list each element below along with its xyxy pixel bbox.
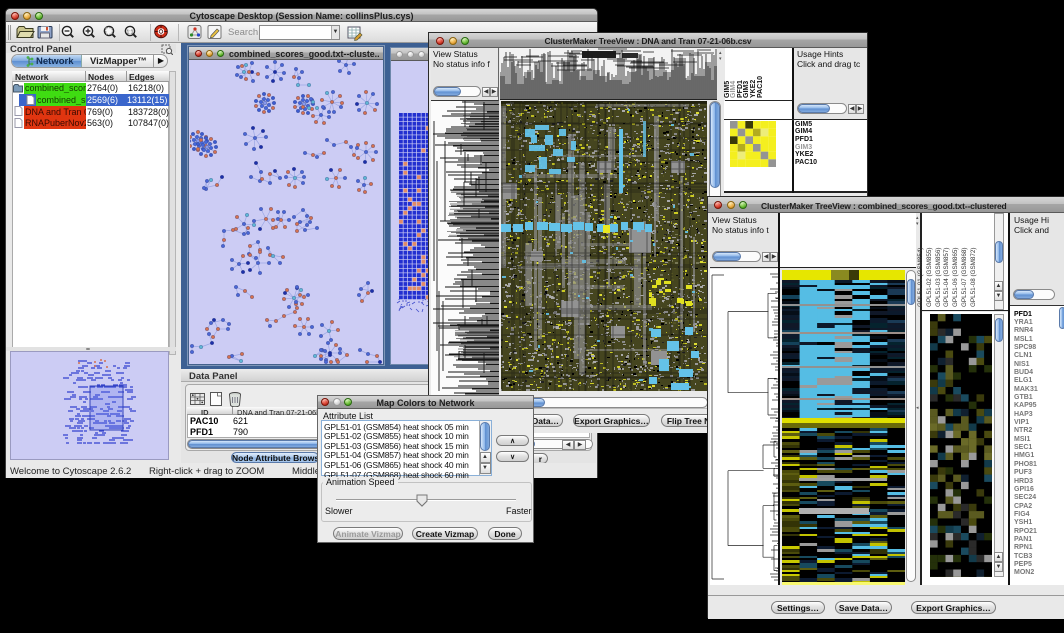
- svg-text:1:1: 1:1: [127, 29, 134, 35]
